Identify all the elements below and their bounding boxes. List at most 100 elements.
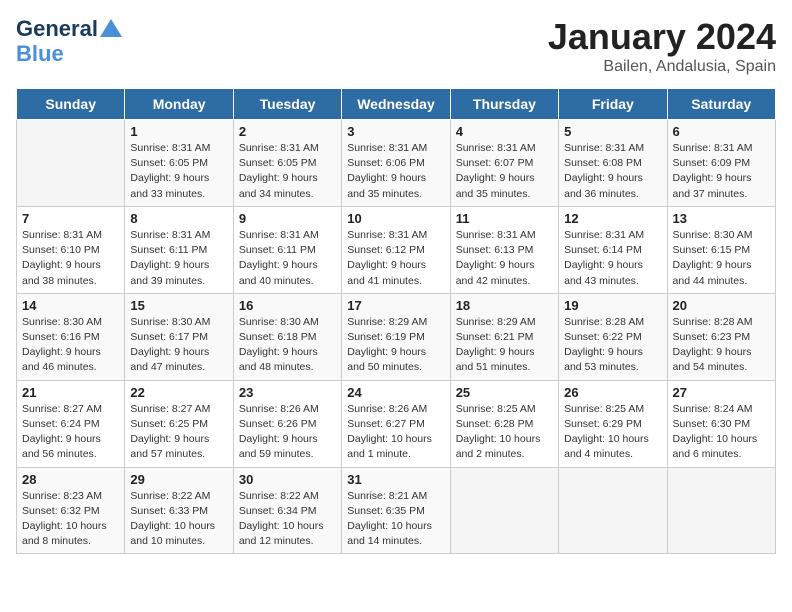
calendar-cell: 16 Sunrise: 8:30 AMSunset: 6:18 PMDayligh… bbox=[233, 293, 341, 380]
calendar-cell: 29 Sunrise: 8:22 AMSunset: 6:33 PMDayligh… bbox=[125, 467, 233, 554]
day-number: 25 bbox=[456, 385, 553, 400]
day-number: 31 bbox=[347, 472, 444, 487]
day-info: Sunrise: 8:30 AMSunset: 6:15 PMDaylight:… bbox=[673, 228, 770, 289]
day-info: Sunrise: 8:27 AMSunset: 6:25 PMDaylight:… bbox=[130, 402, 227, 463]
day-info: Sunrise: 8:23 AMSunset: 6:32 PMDaylight:… bbox=[22, 489, 119, 550]
calendar-cell: 26 Sunrise: 8:25 AMSunset: 6:29 PMDayligh… bbox=[559, 380, 667, 467]
day-number: 14 bbox=[22, 298, 119, 313]
day-number: 13 bbox=[673, 211, 770, 226]
day-number: 11 bbox=[456, 211, 553, 226]
day-number: 30 bbox=[239, 472, 336, 487]
weekday-header: Thursday bbox=[450, 89, 558, 120]
day-number: 1 bbox=[130, 124, 227, 139]
day-number: 4 bbox=[456, 124, 553, 139]
day-info: Sunrise: 8:31 AMSunset: 6:12 PMDaylight:… bbox=[347, 228, 444, 289]
day-info: Sunrise: 8:21 AMSunset: 6:35 PMDaylight:… bbox=[347, 489, 444, 550]
day-number: 19 bbox=[564, 298, 661, 313]
day-info: Sunrise: 8:25 AMSunset: 6:29 PMDaylight:… bbox=[564, 402, 661, 463]
weekday-header: Friday bbox=[559, 89, 667, 120]
month-title: January 2024 bbox=[548, 16, 776, 58]
calendar-cell: 11Sunrise: 8:31 AMSunset: 6:13 PMDayligh… bbox=[450, 206, 558, 293]
day-number: 3 bbox=[347, 124, 444, 139]
calendar-table: SundayMondayTuesdayWednesdayThursdayFrid… bbox=[16, 88, 776, 554]
day-info: Sunrise: 8:31 AMSunset: 6:10 PMDaylight:… bbox=[22, 228, 119, 289]
calendar-cell bbox=[667, 467, 775, 554]
day-number: 26 bbox=[564, 385, 661, 400]
calendar-cell: 21 Sunrise: 8:27 AMSunset: 6:24 PMDayligh… bbox=[17, 380, 125, 467]
day-info: Sunrise: 8:31 AMSunset: 6:11 PMDaylight:… bbox=[239, 228, 336, 289]
day-info: Sunrise: 8:31 AMSunset: 6:05 PMDaylight:… bbox=[130, 141, 227, 202]
calendar-cell: 20Sunrise: 8:28 AMSunset: 6:23 PMDayligh… bbox=[667, 293, 775, 380]
calendar-cell: 1 Sunrise: 8:31 AMSunset: 6:05 PMDaylight… bbox=[125, 120, 233, 207]
calendar-cell: 19 Sunrise: 8:28 AMSunset: 6:22 PMDayligh… bbox=[559, 293, 667, 380]
calendar-cell: 30 Sunrise: 8:22 AMSunset: 6:34 PMDayligh… bbox=[233, 467, 341, 554]
calendar-cell: 18Sunrise: 8:29 AMSunset: 6:21 PMDayligh… bbox=[450, 293, 558, 380]
day-info: Sunrise: 8:31 AMSunset: 6:07 PMDaylight:… bbox=[456, 141, 553, 202]
day-number: 7 bbox=[22, 211, 119, 226]
day-info: Sunrise: 8:30 AMSunset: 6:17 PMDaylight:… bbox=[130, 315, 227, 376]
day-number: 15 bbox=[130, 298, 227, 313]
day-number: 5 bbox=[564, 124, 661, 139]
day-info: Sunrise: 8:31 AMSunset: 6:14 PMDaylight:… bbox=[564, 228, 661, 289]
weekday-header: Wednesday bbox=[342, 89, 450, 120]
calendar-week-row: 1 Sunrise: 8:31 AMSunset: 6:05 PMDaylight… bbox=[17, 120, 776, 207]
day-info: Sunrise: 8:22 AMSunset: 6:34 PMDaylight:… bbox=[239, 489, 336, 550]
calendar-week-row: 21 Sunrise: 8:27 AMSunset: 6:24 PMDayligh… bbox=[17, 380, 776, 467]
calendar-cell: 17Sunrise: 8:29 AMSunset: 6:19 PMDayligh… bbox=[342, 293, 450, 380]
weekday-header: Sunday bbox=[17, 89, 125, 120]
logo-triangle-icon bbox=[100, 19, 122, 37]
calendar-cell: 22 Sunrise: 8:27 AMSunset: 6:25 PMDayligh… bbox=[125, 380, 233, 467]
calendar-cell: 24 Sunrise: 8:26 AMSunset: 6:27 PMDayligh… bbox=[342, 380, 450, 467]
calendar-cell: 10 Sunrise: 8:31 AMSunset: 6:12 PMDayligh… bbox=[342, 206, 450, 293]
title-block: January 2024 Bailen, Andalusia, Spain bbox=[548, 16, 776, 76]
day-number: 2 bbox=[239, 124, 336, 139]
day-info: Sunrise: 8:28 AMSunset: 6:23 PMDaylight:… bbox=[673, 315, 770, 376]
calendar-cell: 31 Sunrise: 8:21 AMSunset: 6:35 PMDayligh… bbox=[342, 467, 450, 554]
day-number: 23 bbox=[239, 385, 336, 400]
calendar-header: SundayMondayTuesdayWednesdayThursdayFrid… bbox=[17, 89, 776, 120]
day-number: 12 bbox=[564, 211, 661, 226]
weekday-row: SundayMondayTuesdayWednesdayThursdayFrid… bbox=[17, 89, 776, 120]
calendar-cell: 12 Sunrise: 8:31 AMSunset: 6:14 PMDayligh… bbox=[559, 206, 667, 293]
page-header: General Blue January 2024 Bailen, Andalu… bbox=[16, 16, 776, 76]
calendar-cell: 9 Sunrise: 8:31 AMSunset: 6:11 PMDaylight… bbox=[233, 206, 341, 293]
day-info: Sunrise: 8:28 AMSunset: 6:22 PMDaylight:… bbox=[564, 315, 661, 376]
day-number: 16 bbox=[239, 298, 336, 313]
day-number: 27 bbox=[673, 385, 770, 400]
calendar-cell: 13 Sunrise: 8:30 AMSunset: 6:15 PMDayligh… bbox=[667, 206, 775, 293]
day-number: 6 bbox=[673, 124, 770, 139]
calendar-cell: 2 Sunrise: 8:31 AMSunset: 6:05 PMDaylight… bbox=[233, 120, 341, 207]
day-number: 10 bbox=[347, 211, 444, 226]
calendar-cell bbox=[450, 467, 558, 554]
day-number: 22 bbox=[130, 385, 227, 400]
day-number: 9 bbox=[239, 211, 336, 226]
logo: General Blue bbox=[16, 16, 122, 67]
calendar-cell: 14Sunrise: 8:30 AMSunset: 6:16 PMDayligh… bbox=[17, 293, 125, 380]
day-info: Sunrise: 8:26 AMSunset: 6:27 PMDaylight:… bbox=[347, 402, 444, 463]
weekday-header: Saturday bbox=[667, 89, 775, 120]
day-number: 8 bbox=[130, 211, 227, 226]
day-info: Sunrise: 8:24 AMSunset: 6:30 PMDaylight:… bbox=[673, 402, 770, 463]
calendar-cell: 25Sunrise: 8:25 AMSunset: 6:28 PMDayligh… bbox=[450, 380, 558, 467]
weekday-header: Tuesday bbox=[233, 89, 341, 120]
calendar-body: 1 Sunrise: 8:31 AMSunset: 6:05 PMDaylight… bbox=[17, 120, 776, 554]
day-info: Sunrise: 8:27 AMSunset: 6:24 PMDaylight:… bbox=[22, 402, 119, 463]
day-info: Sunrise: 8:31 AMSunset: 6:08 PMDaylight:… bbox=[564, 141, 661, 202]
location-subtitle: Bailen, Andalusia, Spain bbox=[548, 58, 776, 76]
day-number: 21 bbox=[22, 385, 119, 400]
day-info: Sunrise: 8:31 AMSunset: 6:06 PMDaylight:… bbox=[347, 141, 444, 202]
day-info: Sunrise: 8:26 AMSunset: 6:26 PMDaylight:… bbox=[239, 402, 336, 463]
day-number: 29 bbox=[130, 472, 227, 487]
day-info: Sunrise: 8:30 AMSunset: 6:18 PMDaylight:… bbox=[239, 315, 336, 376]
calendar-cell: 6Sunrise: 8:31 AMSunset: 6:09 PMDaylight… bbox=[667, 120, 775, 207]
day-info: Sunrise: 8:29 AMSunset: 6:21 PMDaylight:… bbox=[456, 315, 553, 376]
day-info: Sunrise: 8:31 AMSunset: 6:11 PMDaylight:… bbox=[130, 228, 227, 289]
calendar-cell: 28Sunrise: 8:23 AMSunset: 6:32 PMDayligh… bbox=[17, 467, 125, 554]
calendar-cell bbox=[17, 120, 125, 207]
day-info: Sunrise: 8:31 AMSunset: 6:05 PMDaylight:… bbox=[239, 141, 336, 202]
day-info: Sunrise: 8:22 AMSunset: 6:33 PMDaylight:… bbox=[130, 489, 227, 550]
weekday-header: Monday bbox=[125, 89, 233, 120]
day-number: 24 bbox=[347, 385, 444, 400]
calendar-cell: 23 Sunrise: 8:26 AMSunset: 6:26 PMDayligh… bbox=[233, 380, 341, 467]
calendar-week-row: 7 Sunrise: 8:31 AMSunset: 6:10 PMDaylight… bbox=[17, 206, 776, 293]
